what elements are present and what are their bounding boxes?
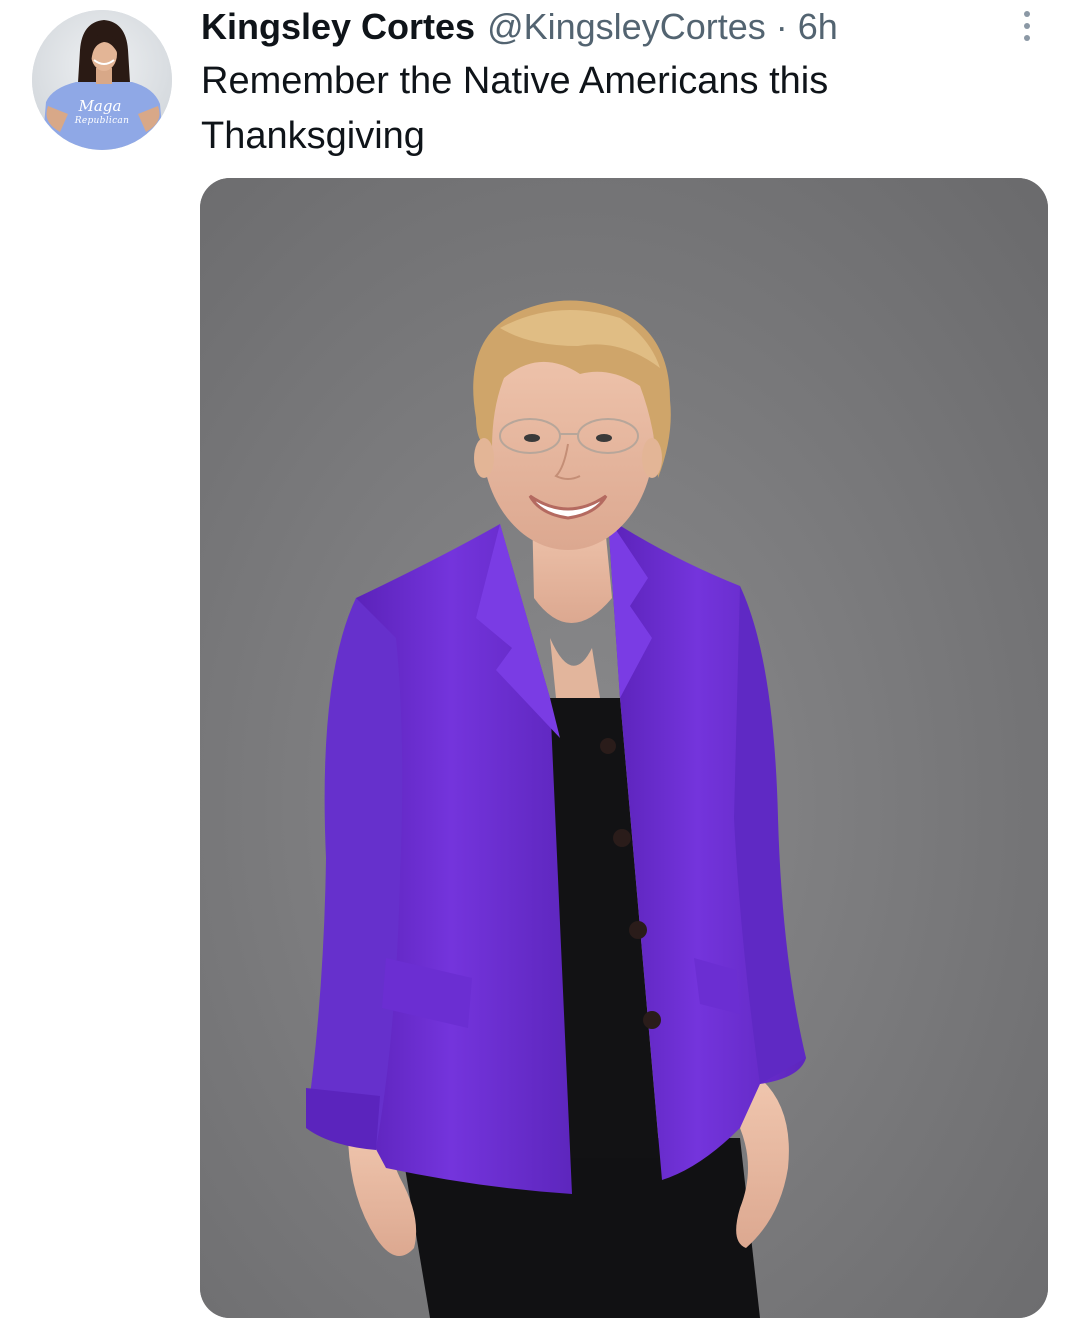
tweet-text: Remember the Native Americans this Thank… (201, 60, 829, 157)
tweet[interactable]: Maga Republican Kingsley Cortes @Kingsle… (0, 0, 1080, 1318)
photo-portrait (200, 178, 1048, 1318)
author-handle[interactable]: @KingsleyCortes (487, 4, 766, 50)
avatar-shirt-text-2: Republican (74, 116, 130, 126)
author-avatar[interactable]: Maga Republican (32, 10, 172, 150)
header-separator: · (775, 6, 788, 47)
tweet-photo[interactable] (200, 178, 1048, 1318)
tweet-header: Kingsley Cortes @KingsleyCortes · 6h (201, 4, 838, 50)
tweet-timestamp[interactable]: 6h (798, 4, 838, 50)
author-display-name[interactable]: Kingsley Cortes (201, 4, 475, 50)
avatar-image (32, 10, 172, 150)
avatar-shirt-text-1: Maga (78, 97, 122, 115)
more-vertical-icon[interactable] (1010, 6, 1044, 46)
